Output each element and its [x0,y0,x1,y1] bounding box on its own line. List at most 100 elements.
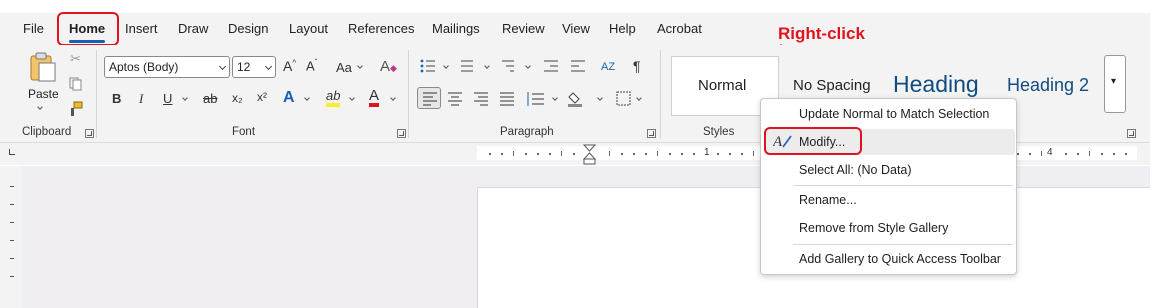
svg-text:AZ: AZ [601,61,615,73]
ruler-tick [609,151,610,156]
menu-rename[interactable]: Rename... [799,193,857,207]
ruler-tick [1041,151,1042,156]
svg-text:¶: ¶ [633,58,641,74]
home-tab-highlight-box [57,12,119,46]
ruler-tick [1077,153,1079,155]
ruler-tick [489,153,491,155]
ruler-number-4: 4 [1047,147,1053,158]
ruler-tick [741,153,743,155]
underline-button[interactable]: U [163,91,172,106]
ruler-tick [657,151,658,156]
menu-update-normal[interactable]: Update Normal to Match Selection [799,107,989,121]
highlight-button[interactable]: ab [326,89,341,107]
font-size-value: 12 [237,60,251,74]
style-heading-2[interactable]: Heading 2 [1007,75,1089,96]
tab-view[interactable]: View [562,21,590,36]
group-divider [408,50,409,138]
grow-font-icon[interactable]: A^ [283,58,296,74]
font-launcher-icon[interactable] [397,129,406,138]
ruler-tick [693,153,695,155]
shrink-font-icon[interactable]: Aˇ [306,58,317,73]
ruler-tick [1125,153,1127,155]
strikethrough-button[interactable]: ab [203,91,217,106]
ribbon-tab-bar: File Home Insert Draw Design Layout Refe… [0,13,1150,45]
paste-label[interactable]: Paste [28,87,59,101]
font-color-button[interactable]: A [369,88,380,107]
tab-selector-icon[interactable] [9,149,15,155]
tab-help[interactable]: Help [609,21,636,36]
font-name-select[interactable]: Aptos (Body) [104,56,230,78]
superscript-button[interactable]: x² [257,90,267,104]
paragraph-launcher-icon[interactable] [647,129,656,138]
font-color-dropdown-icon[interactable] [390,95,396,101]
ruler-tick [1113,153,1115,155]
ruler-tick [645,153,647,155]
paragraph-group-label: Paragraph [500,126,554,138]
group-divider [96,50,97,138]
paste-clipboard-icon[interactable] [27,51,59,83]
format-painter-icon[interactable] [68,101,84,117]
tab-draw[interactable]: Draw [178,21,208,36]
styles-group-label: Styles [703,126,735,138]
menu-separator [793,185,1013,186]
ruler-tick [681,153,683,155]
ruler-tick [753,151,754,156]
tab-mailings[interactable]: Mailings [432,21,480,36]
styles-gallery-more-button[interactable]: ▾ [1104,55,1126,113]
menu-add-to-qat[interactable]: Add Gallery to Quick Access Toolbar [799,252,1001,266]
menu-remove-from-gallery[interactable]: Remove from Style Gallery [799,221,948,235]
highlight-dropdown-icon[interactable] [349,95,355,101]
vertical-ruler [0,166,22,308]
copy-icon[interactable] [69,77,83,91]
style-context-menu: Update Normal to Match Selection A Modif… [760,98,1017,275]
menu-separator [793,244,1013,245]
font-group-label: Font [232,126,256,138]
tab-layout[interactable]: Layout [289,21,328,36]
style-no-spacing[interactable]: No Spacing [793,77,871,94]
underline-dropdown-icon[interactable] [182,95,188,101]
ruler-tick [1017,153,1019,155]
word-window: File Home Insert Draw Design Layout Refe… [0,0,1163,308]
italic-button[interactable]: I [139,91,143,107]
style-normal-label: Normal [698,77,747,94]
ruler-tick [1029,153,1031,155]
font-size-select[interactable]: 12 [232,56,276,78]
bold-button[interactable]: B [112,91,121,106]
cut-icon[interactable]: ✂ [70,51,81,67]
indent-marker-icon[interactable] [583,144,597,166]
text-effects-dropdown-icon[interactable] [304,95,310,101]
tab-file[interactable]: File [23,21,44,36]
style-heading[interactable]: Heading [893,71,979,98]
tab-review[interactable]: Review [502,21,545,36]
clear-formatting-icon[interactable]: A◆ [380,58,397,75]
tab-references[interactable]: References [348,21,414,36]
ruler-number-1: 1 [704,147,710,158]
ruler-tick [669,153,671,155]
change-case-button[interactable]: Aa [336,60,352,75]
tab-design[interactable]: Design [228,21,268,36]
ruler-tick [549,153,551,155]
group-divider [660,50,661,138]
paragraph-list-row: AZ ¶ [420,58,641,74]
ruler-tick [729,153,731,155]
tab-acrobat[interactable]: Acrobat [657,21,702,36]
gallery-more-icon: ▾ [1111,76,1117,87]
clipboard-launcher-icon[interactable] [85,129,94,138]
styles-launcher-icon[interactable] [1127,129,1136,138]
modify-highlight-box [764,127,862,155]
ruler-tick [1089,151,1090,156]
change-case-dropdown-icon[interactable] [357,63,363,69]
font-name-value: Aptos (Body) [109,60,179,74]
ruler-tick [633,153,635,155]
ruler-tick [537,153,539,155]
text-effects-button[interactable]: A [283,89,295,107]
ruler-tick [621,153,623,155]
tab-insert[interactable]: Insert [125,21,158,36]
ruler-tick [1101,153,1103,155]
subscript-button[interactable]: x₂ [232,91,243,105]
ruler-tick [501,153,503,155]
ruler-tick [1065,153,1067,155]
paste-dropdown-icon[interactable] [37,104,43,110]
menu-select-all[interactable]: Select All: (No Data) [799,163,912,177]
ruler-tick [573,153,575,155]
